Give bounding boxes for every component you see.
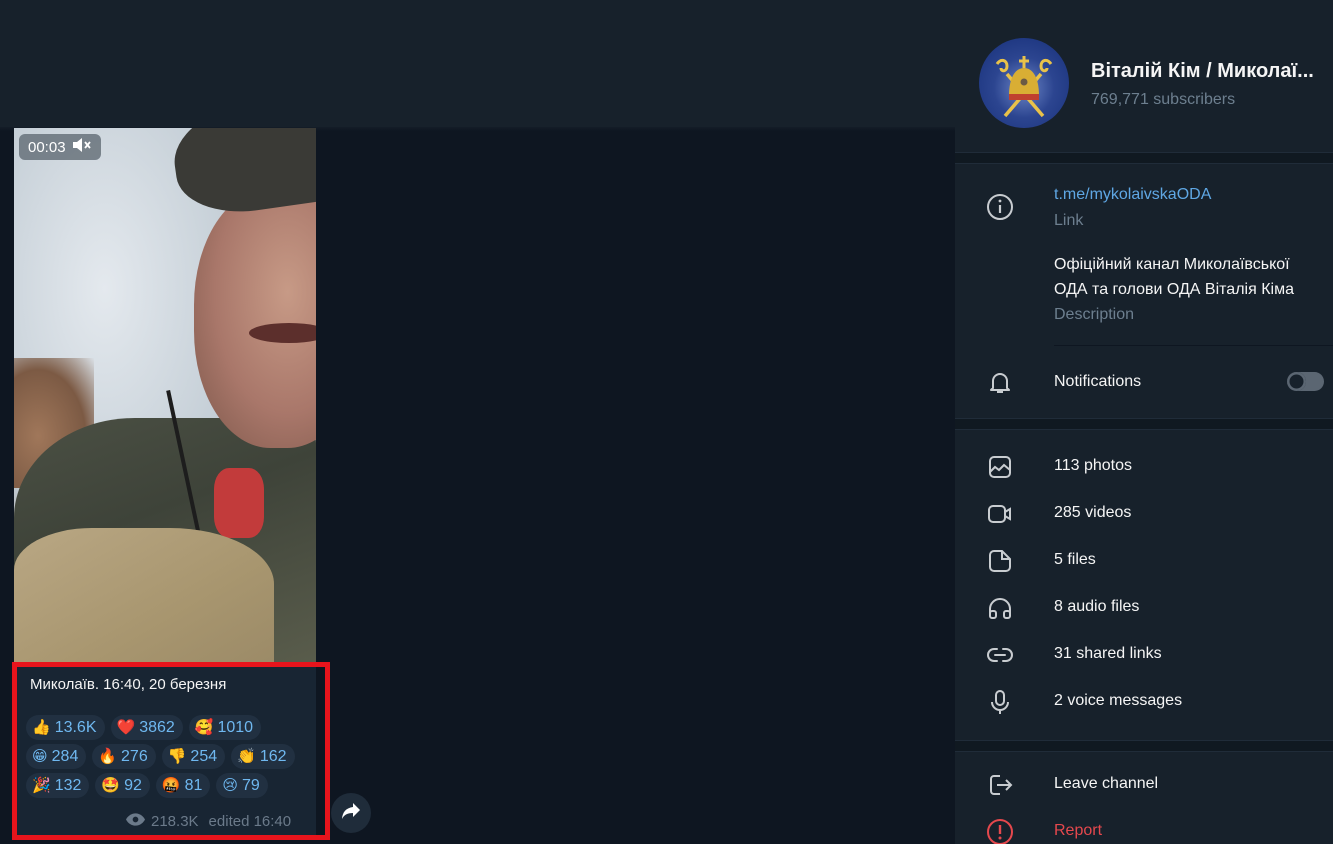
video-icon (986, 500, 1014, 528)
reaction-thumbs-down[interactable]: 👎 254 (161, 744, 226, 769)
reaction-fire[interactable]: 🔥 276 (92, 744, 156, 769)
link-icon (986, 641, 1014, 669)
coat-of-arms-icon (995, 56, 1053, 118)
reaction-count: 3862 (139, 718, 175, 736)
volume-muted-icon[interactable] (72, 137, 92, 157)
thumbs-down-icon: 👎 (167, 748, 187, 765)
crying-face-icon: 😢 (222, 777, 238, 794)
smiling-hearts-icon: 🥰 (194, 719, 214, 736)
fire-icon: 🔥 (98, 748, 118, 765)
video-duration: 00:03 (28, 138, 66, 156)
share-arrow-icon (341, 802, 361, 825)
report-button[interactable]: Report (1054, 822, 1102, 840)
reaction-count: 276 (121, 747, 148, 765)
grin-icon: 😁 (32, 748, 48, 765)
reaction-grin[interactable]: 😁 284 (26, 744, 87, 769)
views-icon (126, 813, 145, 830)
photo-icon (986, 453, 1014, 481)
reaction-count: 81 (184, 776, 203, 794)
media-videos[interactable]: 285 videos (1054, 504, 1131, 522)
headphones-icon (986, 594, 1014, 622)
reaction-thumbs-up[interactable]: 👍 13.6K (26, 715, 105, 740)
report-icon (986, 818, 1014, 844)
reaction-clap[interactable]: 👏 162 (231, 744, 295, 769)
reaction-crying-face[interactable]: 😢 79 (216, 773, 268, 798)
section-separator (955, 740, 1333, 752)
heart-icon: ❤️ (116, 719, 136, 736)
channel-title: Віталій Кім / Миколаї... (1091, 60, 1314, 82)
views-count: 218.3K (151, 813, 199, 830)
reaction-count: 284 (51, 747, 79, 765)
reaction-count: 1010 (217, 718, 254, 736)
cursing-face-icon: 🤬 (161, 777, 181, 794)
channel-info-panel: Віталій Кім / Миколаї... 769,771 subscri… (955, 0, 1333, 844)
divider (1054, 345, 1333, 346)
star-struck-icon: 🤩 (101, 777, 121, 794)
channel-header: Віталій Кім / Миколаї... 769,771 subscri… (955, 0, 1333, 152)
channel-avatar[interactable] (979, 38, 1069, 128)
media-shared-links[interactable]: 31 shared links (1054, 645, 1162, 663)
thumbs-up-icon: 👍 (32, 719, 51, 736)
media-audio-files[interactable]: 8 audio files (1054, 598, 1139, 616)
reaction-count: 92 (124, 776, 142, 794)
reaction-heart[interactable]: ❤️ 3862 (110, 715, 183, 740)
subscriber-count: 769,771 subscribers (1091, 91, 1236, 108)
media-voice-messages[interactable]: 2 voice messages (1054, 692, 1182, 710)
reaction-smiling-hearts[interactable]: 🥰 1010 (188, 715, 262, 740)
edited-timestamp: edited 16:40 (208, 813, 292, 830)
video-duration-badge[interactable]: 00:03 (19, 134, 101, 160)
message-caption: Миколаїв. 16:40, 20 березня (30, 676, 227, 693)
video-frame-vest (14, 528, 274, 664)
file-icon (986, 547, 1014, 575)
chat-header (0, 0, 955, 131)
channel-description-line-1: Офіційний канал Миколаївської (1054, 256, 1290, 273)
reaction-cursing-face[interactable]: 🤬 81 (155, 773, 211, 798)
channel-link-label: Link (1054, 212, 1084, 229)
message-meta: 218.3K edited 16:40 (126, 813, 291, 830)
reaction-count: 79 (242, 776, 260, 794)
reaction-star-struck[interactable]: 🤩 92 (95, 773, 150, 798)
media-files[interactable]: 5 files (1054, 551, 1096, 569)
channel-description-line-2: ОДА та голови ОДА Віталія Кіма (1054, 281, 1294, 298)
notifications-label: Notifications (1054, 373, 1142, 390)
channel-description-label: Description (1054, 306, 1135, 323)
party-popper-icon: 🎉 (32, 777, 51, 794)
reaction-count: 132 (54, 776, 82, 794)
chat-area: 00:03 Миколаїв. 16:40, 20 березня 👍 13.6K… (0, 0, 955, 844)
reaction-party-popper[interactable]: 🎉 132 (26, 773, 90, 798)
section-separator (955, 418, 1333, 430)
leave-channel-button[interactable]: Leave channel (1054, 775, 1158, 793)
channel-link[interactable]: t.me/mykolaivskaODA (1054, 186, 1211, 204)
forward-button[interactable] (331, 793, 371, 833)
video-message[interactable] (14, 128, 316, 664)
info-icon (986, 193, 1014, 221)
clap-icon: 👏 (237, 748, 256, 765)
video-frame-shirt (214, 468, 264, 538)
section-separator (955, 152, 1333, 164)
microphone-icon (986, 688, 1014, 716)
notifications-toggle[interactable] (1287, 372, 1324, 391)
media-photos[interactable]: 113 photos (1054, 457, 1132, 475)
reaction-count: 162 (259, 747, 287, 765)
reaction-count: 13.6K (54, 718, 97, 736)
bell-icon (986, 368, 1014, 396)
reaction-count: 254 (190, 747, 218, 765)
reactions-list: 👍 13.6K ❤️ 3862 🥰 1010 😁 284 🔥 276 👎 254 👏 162 … (26, 715, 296, 798)
leave-icon (986, 771, 1014, 799)
